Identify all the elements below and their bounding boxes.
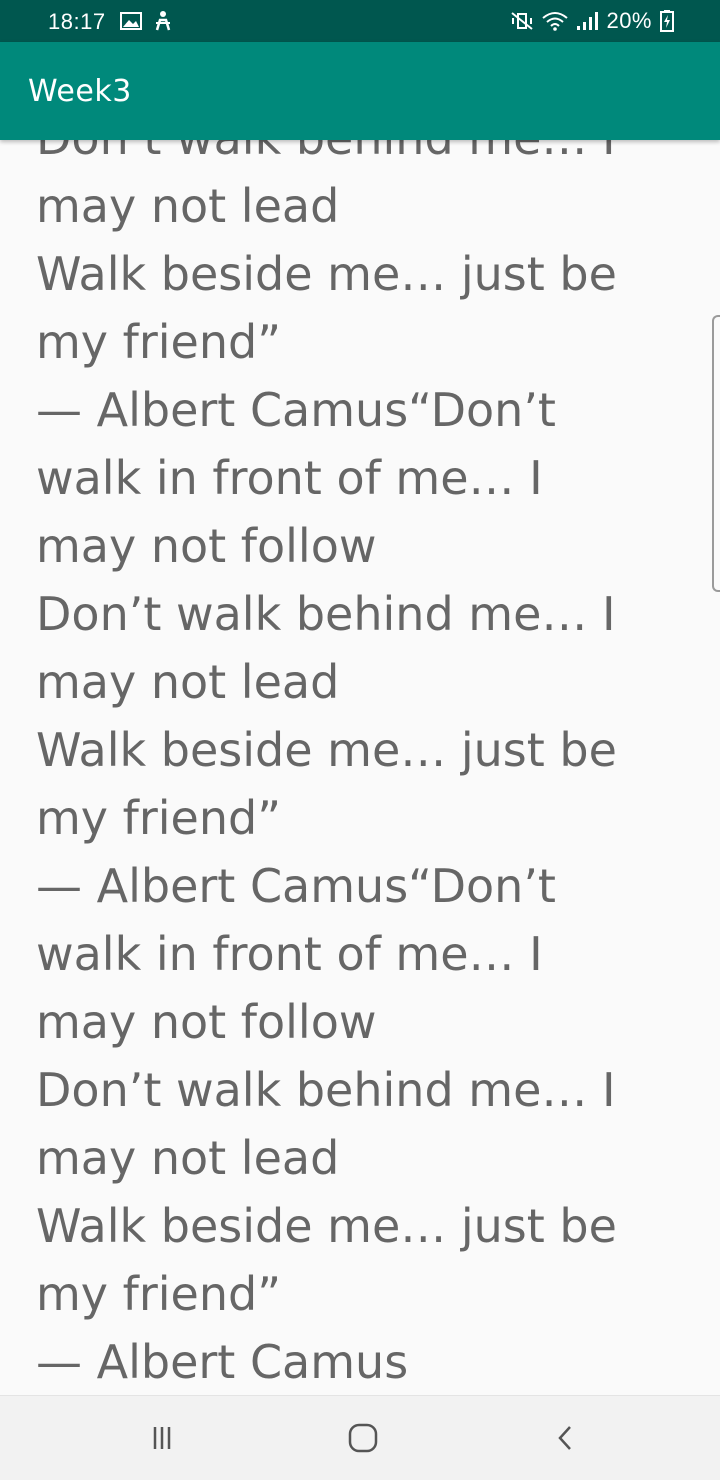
quote-line: my friend” [36,315,282,369]
quote-line: — Albert Camus“Don’t [36,859,556,913]
gallery-icon [120,11,142,31]
quote-line: my friend” [36,1267,282,1321]
status-time: 18:17 [48,9,106,34]
navigation-bar [0,1395,720,1480]
quote-line: walk in front of me… I [36,451,543,505]
signal-icon [576,11,599,31]
wifi-icon [542,11,569,31]
quote-line: Don’t walk behind me… I [36,140,696,172]
mute-vibrate-icon [510,11,534,31]
quote-line: Walk beside me… just be [36,247,617,301]
quote-line: may not lead [36,179,340,233]
back-button[interactable] [545,1418,585,1458]
status-left-icons [120,10,172,32]
battery-charging-icon [660,10,674,32]
app-title: Week3 [28,74,132,109]
back-icon [551,1424,579,1452]
scrollbar-thumb[interactable] [712,315,720,592]
quote-scroll-view[interactable]: Don’t walk behind me… I may not lead Wal… [0,140,720,1396]
recents-button[interactable] [142,1418,182,1458]
app-bar: Week3 [0,42,720,140]
quote-line: — Albert Camus [36,1335,409,1389]
quote-line: Don’t walk behind me… I [36,1063,616,1117]
quote-line: may not lead [36,1131,340,1185]
quote-line: walk in front of me… I [36,927,543,981]
quote-line: Don’t walk behind me… I [36,587,616,641]
quote-line: may not follow [36,995,377,1049]
quote-line: may not follow [36,519,377,573]
quote-line: Walk beside me… just be [36,1199,617,1253]
accessibility-icon [154,10,172,32]
home-icon [347,1422,379,1454]
battery-percent: 20% [606,8,652,33]
quote-text: Don’t walk behind me… I may not lead Wal… [36,140,696,1396]
status-bar: 18:17 20% [0,0,720,42]
quote-line: — Albert Camus“Don’t [36,383,556,437]
status-right: 20% [510,8,674,34]
quote-line: my friend” [36,791,282,845]
home-button[interactable] [343,1418,383,1458]
quote-line: Walk beside me… just be [36,723,617,777]
recents-icon [148,1424,176,1452]
quote-line: may not lead [36,655,340,709]
